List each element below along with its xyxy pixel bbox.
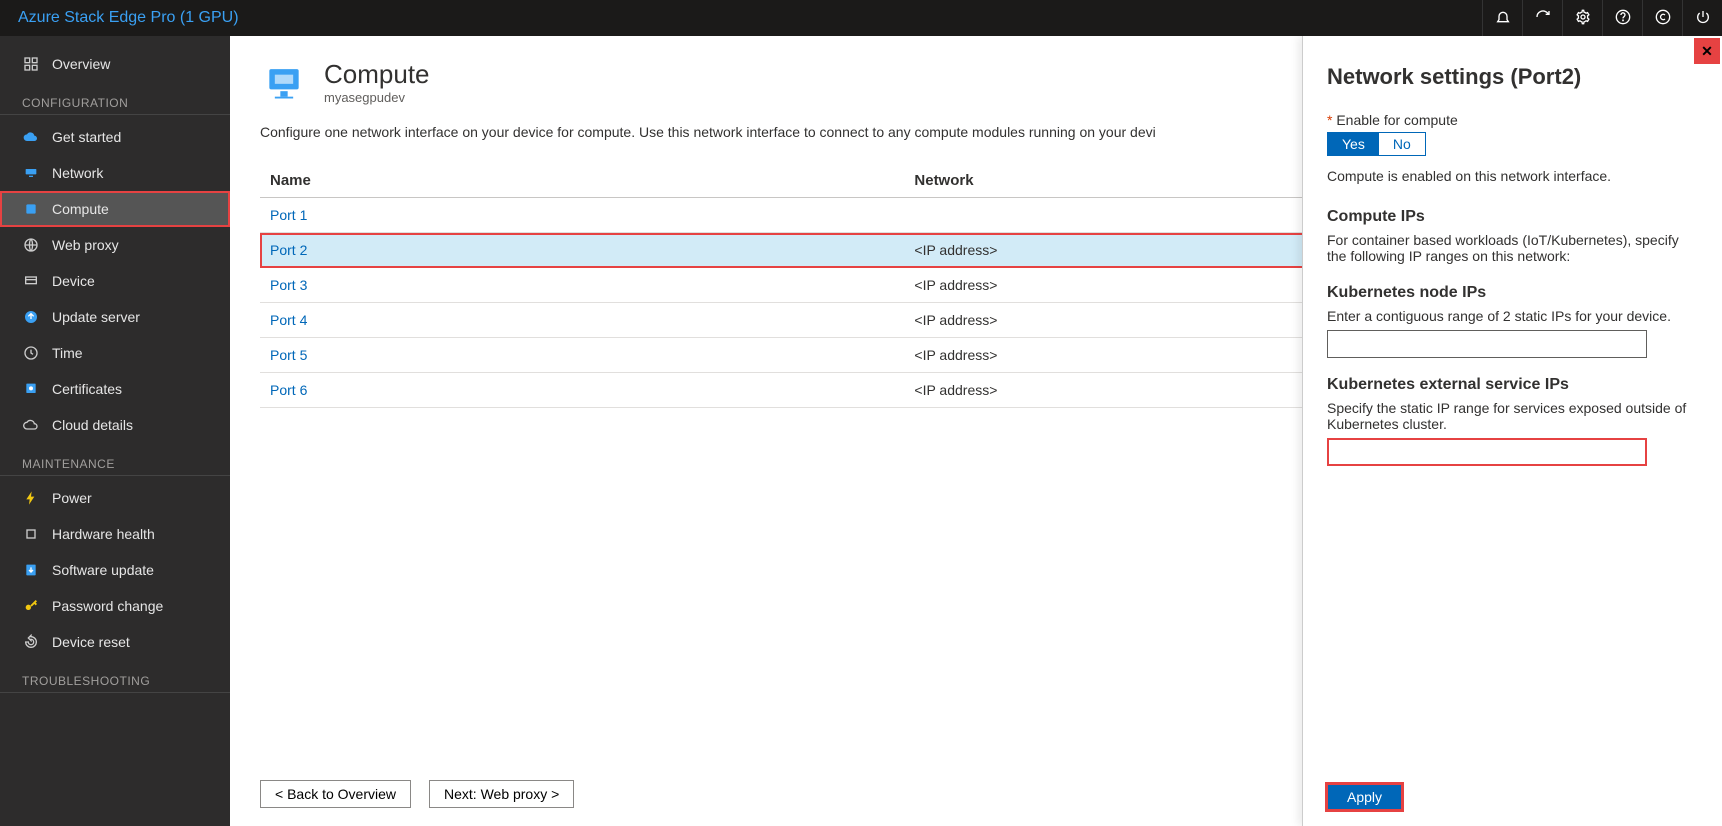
network-settings-panel: ✕ Network settings (Port2) * Enable for … [1302, 36, 1722, 826]
sidebar-item-web-proxy[interactable]: Web proxy [0, 227, 230, 263]
enable-compute-toggle: Yes No [1327, 132, 1426, 156]
sidebar-item-label: Compute [52, 201, 109, 217]
help-icon [1615, 9, 1631, 28]
sidebar-item-compute[interactable]: Compute [0, 191, 230, 227]
panel-title: Network settings (Port2) [1327, 64, 1698, 90]
sidebar-item-label: Device reset [52, 634, 130, 650]
sidebar-item-label: Get started [52, 129, 121, 145]
col-name: Name [260, 164, 904, 198]
download-icon [22, 561, 40, 579]
footer-buttons: < Back to Overview Next: Web proxy > [260, 780, 574, 808]
sidebar-item-label: Certificates [52, 381, 122, 397]
port-link[interactable]: Port 1 [270, 207, 307, 223]
refresh-button[interactable] [1522, 0, 1562, 36]
sidebar-item-get-started[interactable]: Get started [0, 119, 230, 155]
main-content: Compute myasegpudev Configure one networ… [230, 36, 1722, 826]
sidebar-item-power[interactable]: Power [0, 480, 230, 516]
power-icon [1695, 9, 1711, 28]
sidebar-section-troubleshooting: TROUBLESHOOTING [0, 660, 230, 693]
bell-icon [1495, 9, 1511, 28]
sidebar-item-label: Power [52, 490, 92, 506]
upload-icon [22, 308, 40, 326]
clock-icon [22, 344, 40, 362]
sidebar-item-label: Update server [52, 309, 140, 325]
help-button[interactable] [1602, 0, 1642, 36]
topbar-tools [1482, 0, 1722, 36]
sidebar-item-label: Hardware health [52, 526, 155, 542]
next-button[interactable]: Next: Web proxy > [429, 780, 574, 808]
page-subtitle: myasegpudev [324, 90, 430, 105]
k8s-node-ips-input[interactable] [1327, 330, 1647, 358]
sidebar-item-label: Cloud details [52, 417, 133, 433]
sidebar-item-time[interactable]: Time [0, 335, 230, 371]
sidebar-item-overview[interactable]: Overview [0, 46, 230, 82]
compute-page-icon [260, 58, 308, 106]
sidebar-item-device[interactable]: Device [0, 263, 230, 299]
certificate-icon [22, 380, 40, 398]
k8s-service-ips-input[interactable] [1327, 438, 1647, 466]
sidebar-section-config: CONFIGURATION [0, 82, 230, 115]
k8s-svc-heading: Kubernetes external service IPs [1327, 376, 1698, 394]
close-icon[interactable]: ✕ [1696, 40, 1718, 62]
refresh-icon [1535, 9, 1551, 28]
network-icon [22, 164, 40, 182]
k8s-node-heading: Kubernetes node IPs [1327, 284, 1698, 302]
bolt-icon [22, 489, 40, 507]
enable-compute-label: * Enable for compute [1327, 112, 1698, 128]
sidebar-item-label: Overview [52, 56, 110, 72]
sidebar-item-network[interactable]: Network [0, 155, 230, 191]
copyright-icon [1655, 9, 1671, 28]
port-link[interactable]: Port 4 [270, 312, 307, 328]
device-icon [22, 272, 40, 290]
sidebar: Overview CONFIGURATION Get started Netwo… [0, 36, 230, 826]
sidebar-item-label: Web proxy [52, 237, 119, 253]
notifications-button[interactable] [1482, 0, 1522, 36]
gear-icon [1575, 9, 1591, 28]
cloud-gear-icon [22, 416, 40, 434]
copyright-button[interactable] [1642, 0, 1682, 36]
power-button[interactable] [1682, 0, 1722, 36]
sidebar-item-label: Network [52, 165, 103, 181]
enabled-message: Compute is enabled on this network inter… [1327, 168, 1698, 184]
k8s-svc-desc: Specify the static IP range for services… [1327, 400, 1698, 432]
page-title: Compute [324, 59, 430, 90]
apply-button[interactable]: Apply [1327, 784, 1402, 810]
overview-icon [22, 55, 40, 73]
reset-icon [22, 633, 40, 651]
chip-icon [22, 525, 40, 543]
sidebar-item-device-reset[interactable]: Device reset [0, 624, 230, 660]
sidebar-item-label: Software update [52, 562, 154, 578]
sidebar-item-update-server[interactable]: Update server [0, 299, 230, 335]
port-link[interactable]: Port 2 [270, 242, 307, 258]
globe-icon [22, 236, 40, 254]
sidebar-item-software-update[interactable]: Software update [0, 552, 230, 588]
topbar: Azure Stack Edge Pro (1 GPU) [0, 0, 1722, 36]
k8s-node-desc: Enter a contiguous range of 2 static IPs… [1327, 308, 1698, 324]
product-title: Azure Stack Edge Pro (1 GPU) [18, 9, 239, 27]
sidebar-item-cloud-details[interactable]: Cloud details [0, 407, 230, 443]
toggle-no[interactable]: No [1379, 133, 1425, 155]
sidebar-item-certificates[interactable]: Certificates [0, 371, 230, 407]
port-link[interactable]: Port 5 [270, 347, 307, 363]
toggle-yes[interactable]: Yes [1328, 133, 1379, 155]
sidebar-section-maintenance: MAINTENANCE [0, 443, 230, 476]
port-link[interactable]: Port 6 [270, 382, 307, 398]
compute-icon [22, 200, 40, 218]
sidebar-item-password-change[interactable]: Password change [0, 588, 230, 624]
settings-button[interactable] [1562, 0, 1602, 36]
sidebar-item-label: Device [52, 273, 95, 289]
back-button[interactable]: < Back to Overview [260, 780, 411, 808]
cloud-icon [22, 128, 40, 146]
sidebar-item-label: Password change [52, 598, 163, 614]
key-icon [22, 597, 40, 615]
sidebar-item-label: Time [52, 345, 83, 361]
compute-ips-desc: For container based workloads (IoT/Kuber… [1327, 232, 1698, 264]
compute-ips-heading: Compute IPs [1327, 208, 1698, 226]
port-link[interactable]: Port 3 [270, 277, 307, 293]
sidebar-item-hardware-health[interactable]: Hardware health [0, 516, 230, 552]
